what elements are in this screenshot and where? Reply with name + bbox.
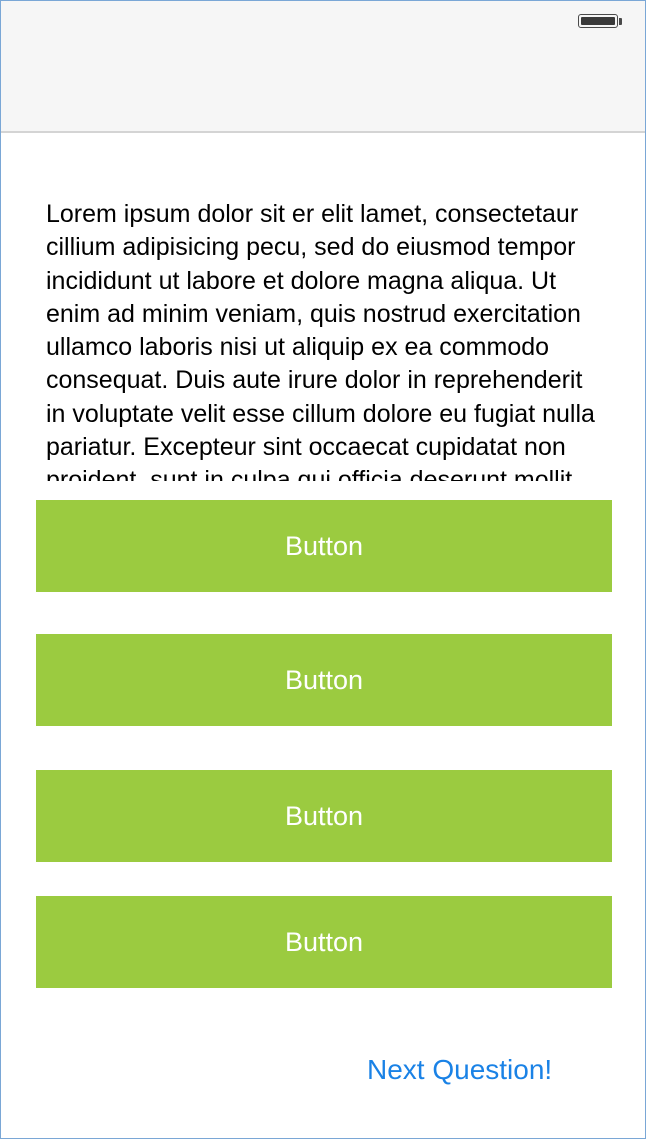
status-bar [1, 1, 645, 133]
device-screen: Lorem ipsum dolor sit er elit lamet, con… [0, 0, 646, 1139]
answer-button-1[interactable]: Button [36, 500, 612, 592]
answer-button-2[interactable]: Button [36, 634, 612, 726]
answer-button-3[interactable]: Button [36, 770, 612, 862]
answer-button-4[interactable]: Button [36, 896, 612, 988]
battery-icon [578, 14, 622, 30]
battery-body [578, 14, 618, 28]
battery-level [581, 17, 615, 25]
question-text: Lorem ipsum dolor sit er elit lamet, con… [46, 200, 595, 481]
battery-tip [619, 18, 622, 25]
next-question-link[interactable]: Next Question! [367, 1051, 552, 1089]
